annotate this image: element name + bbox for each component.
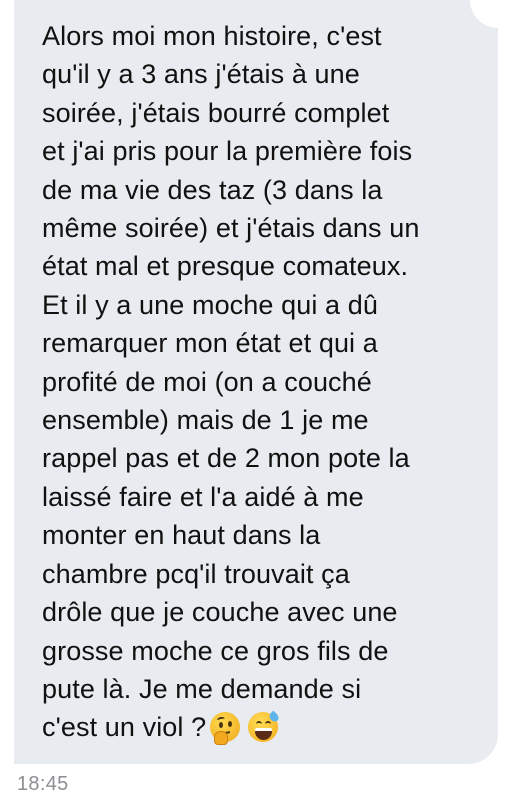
message-line: pute là. Je me demande si [42,673,362,704]
message-line-last-text: c'est un viol ? [42,712,207,743]
chat-screen: Alors moi mon histoire, c'est qu'il y a … [0,0,518,801]
message-line: Et il y a une moche qui a dû [42,289,379,320]
received-message-bubble[interactable]: Alors moi mon histoire, c'est qu'il y a … [14,0,498,764]
thinking-face-emoji-icon [210,712,241,746]
grinning-face-with-sweat-emoji-icon [248,710,281,743]
message-line: soirée, j'étais bourré complet [42,97,390,128]
message-line: drôle que je couche avec une [42,597,398,628]
message-line: chambre pcq'il trouvait ça [42,558,350,589]
message-line: même soirée) et j'étais dans un [42,213,420,244]
message-line: monter en haut dans la [42,520,321,551]
message-line: de ma vie des taz (3 dans la [42,174,383,205]
message-line: Alors moi mon histoire, c'est [42,21,382,51]
message-line: laissé faire et l'a aidé à me [42,481,364,512]
message-line: remarquer mon état et qui a [42,328,378,359]
message-line: rappel pas et de 2 mon pote la [42,443,410,474]
message-line: et j'ai pris pour la première fois [42,136,413,167]
message-line: état mal et presque comateux. [42,251,409,282]
message-line: grosse moche ce gros fils de [42,635,389,666]
message-line: ensemble) mais de 1 je me [42,405,369,436]
message-line: qu'il y a 3 ans j'étais à une [42,59,360,90]
message-text: Alors moi mon histoire, c'est qu'il y a … [42,17,488,747]
message-timestamp: 18:45 [17,773,69,795]
message-line: profité de moi (on a couché [42,366,372,397]
message-line-last: c'est un viol ? [42,708,488,746]
